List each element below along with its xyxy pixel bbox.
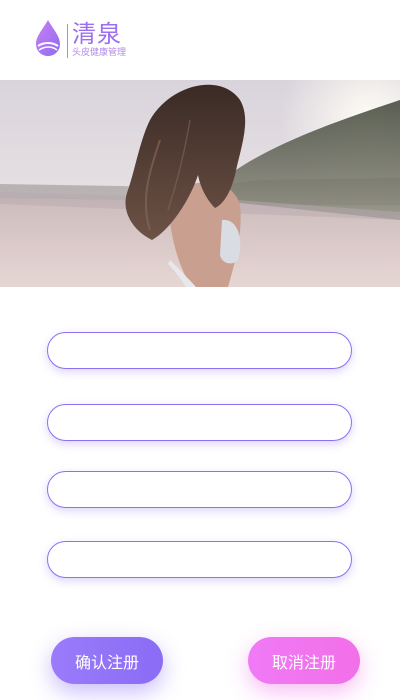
app-header: 清泉 头皮健康管理 [0,0,400,80]
cancel-register-button[interactable]: 取消注册 [248,637,360,684]
register-field-1[interactable] [47,332,352,369]
logo-divider [67,24,68,58]
register-field-3[interactable] [47,471,352,508]
hero-photo-icon [0,80,400,287]
register-field-2[interactable] [47,404,352,441]
register-field-4[interactable] [47,541,352,578]
brand-tagline: 头皮健康管理 [72,48,127,58]
hero-image [0,80,400,287]
droplet-logo-icon [36,20,60,56]
brand-name: 清泉 [72,20,122,48]
confirm-register-button[interactable]: 确认注册 [51,637,163,684]
